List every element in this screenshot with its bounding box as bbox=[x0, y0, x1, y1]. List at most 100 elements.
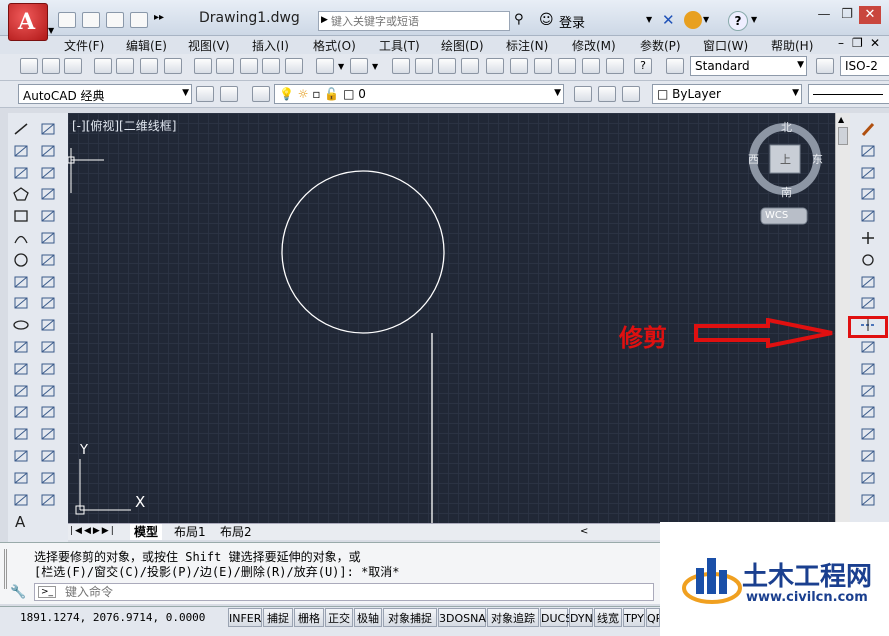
ellipse-arc-icon[interactable] bbox=[11, 338, 29, 354]
offset-icon[interactable] bbox=[858, 185, 876, 201]
make-block-icon[interactable] bbox=[11, 382, 29, 398]
construction-line-icon[interactable] bbox=[11, 142, 29, 158]
status-qp[interactable]: QP bbox=[646, 608, 660, 627]
text-style-icon[interactable] bbox=[666, 58, 684, 74]
gradient-icon[interactable] bbox=[11, 447, 29, 463]
menu-modify[interactable]: 修改(M) bbox=[572, 37, 616, 54]
aligned-dim-icon[interactable] bbox=[38, 142, 56, 158]
viewcube-top-label[interactable]: 上 bbox=[780, 151, 791, 167]
viewcube-south[interactable]: 南 bbox=[781, 184, 792, 200]
menu-parametric[interactable]: 参数(P) bbox=[640, 37, 681, 54]
tab-model[interactable]: 模型 bbox=[130, 524, 163, 540]
cut-icon[interactable] bbox=[194, 58, 212, 74]
search-box[interactable]: ▶ bbox=[318, 11, 510, 31]
help-toolbar-icon[interactable]: ? bbox=[634, 58, 652, 74]
status-infer[interactable]: INFER bbox=[228, 608, 262, 627]
status-polar[interactable]: 极轴 bbox=[354, 608, 382, 627]
status-osnap[interactable]: 对象捕捉 bbox=[383, 608, 437, 627]
plot-preview-icon[interactable] bbox=[116, 58, 134, 74]
dim-break-icon[interactable] bbox=[38, 382, 56, 398]
status-ducs[interactable]: DUCS bbox=[540, 608, 572, 627]
open-file-icon[interactable] bbox=[42, 58, 60, 74]
layer-properties-icon[interactable] bbox=[252, 86, 270, 102]
layer-state-icon[interactable] bbox=[622, 86, 640, 102]
move-icon[interactable] bbox=[858, 229, 876, 245]
doc-close-button[interactable]: ✕ bbox=[870, 36, 880, 50]
hatch-icon[interactable] bbox=[11, 425, 29, 441]
match-properties-icon[interactable] bbox=[262, 58, 280, 74]
menu-view[interactable]: 视图(V) bbox=[188, 37, 230, 54]
status-snap[interactable]: 捕捉 bbox=[263, 608, 293, 627]
save-icon[interactable] bbox=[106, 12, 124, 28]
doc-minimize-button[interactable]: – bbox=[838, 36, 844, 50]
dim-style-icon[interactable] bbox=[816, 58, 834, 74]
undo-dropdown-icon[interactable]: ▼ bbox=[338, 62, 344, 71]
zoom-previous-icon[interactable] bbox=[461, 58, 479, 74]
workspace-select[interactable]: AutoCAD 经典 ▼ bbox=[18, 84, 192, 104]
properties-icon[interactable] bbox=[486, 58, 504, 74]
scroll-thumb[interactable] bbox=[838, 127, 848, 145]
save-file-icon[interactable] bbox=[64, 58, 82, 74]
application-menu-button[interactable]: A bbox=[8, 3, 48, 41]
workspace-settings-icon[interactable] bbox=[196, 86, 214, 102]
layer-select[interactable]: 💡 ☼ ▫ 🔓 □ 0 ▼ bbox=[274, 84, 564, 104]
break-icon[interactable] bbox=[858, 382, 876, 398]
status-dyn[interactable]: DYN bbox=[569, 608, 593, 627]
tolerance-icon[interactable] bbox=[38, 403, 56, 419]
tool-palettes-icon[interactable] bbox=[534, 58, 552, 74]
polyline-icon[interactable] bbox=[11, 164, 29, 180]
extend-icon[interactable] bbox=[858, 338, 876, 354]
mtext-icon[interactable]: A bbox=[11, 512, 29, 531]
login-dropdown-icon[interactable]: ▼ bbox=[646, 15, 652, 24]
quick-access-overflow-icon[interactable]: ▸▸ bbox=[154, 12, 164, 23]
inspection-icon[interactable] bbox=[38, 447, 56, 463]
search-expand-icon[interactable]: ▶ bbox=[321, 15, 328, 25]
tab-nav-arrows-icon[interactable]: |◀◀▶▶| bbox=[70, 526, 116, 536]
ordinate-dim-icon[interactable] bbox=[38, 185, 56, 201]
jogged-linear-icon[interactable] bbox=[38, 469, 56, 485]
table-icon[interactable] bbox=[11, 491, 29, 507]
pan-icon[interactable] bbox=[392, 58, 410, 74]
binoculars-icon[interactable]: ⚲ bbox=[514, 12, 532, 28]
blend-icon[interactable] bbox=[858, 469, 876, 485]
stretch-icon[interactable] bbox=[858, 294, 876, 310]
markup-icon[interactable] bbox=[582, 58, 600, 74]
undo-icon[interactable] bbox=[316, 58, 334, 74]
wrench-icon[interactable]: 🔧 bbox=[10, 585, 26, 600]
exchange-icon[interactable]: ✕ bbox=[662, 11, 680, 29]
zoom-window-icon[interactable] bbox=[438, 58, 456, 74]
chamfer-icon[interactable] bbox=[858, 425, 876, 441]
erase-icon[interactable] bbox=[858, 120, 876, 137]
subscription-icon[interactable] bbox=[684, 11, 702, 29]
status-ortho[interactable]: 正交 bbox=[325, 608, 353, 627]
circle-object[interactable] bbox=[281, 170, 445, 334]
publish-icon[interactable] bbox=[140, 58, 158, 74]
status-lineweight[interactable]: 线宽 bbox=[594, 608, 622, 627]
plot-icon[interactable] bbox=[94, 58, 112, 74]
continue-dim-icon[interactable] bbox=[38, 338, 56, 354]
status-3dosnap[interactable]: 3DOSNAP bbox=[438, 608, 493, 627]
copy-clip-icon[interactable] bbox=[216, 58, 234, 74]
tab-layout2[interactable]: 布局2 bbox=[216, 524, 256, 540]
command-input-box[interactable]: >_ bbox=[34, 583, 654, 601]
array-icon[interactable] bbox=[858, 207, 876, 223]
point-icon[interactable] bbox=[11, 403, 29, 419]
open-icon[interactable] bbox=[82, 12, 100, 28]
redo-dropdown-icon[interactable]: ▼ bbox=[372, 62, 378, 71]
maximize-button[interactable]: ❐ bbox=[836, 6, 858, 24]
design-center-online-icon[interactable] bbox=[164, 58, 182, 74]
radius-dim-icon[interactable] bbox=[38, 207, 56, 223]
quick-dim-icon[interactable] bbox=[38, 294, 56, 310]
spline-icon[interactable] bbox=[11, 294, 29, 310]
mirror-icon[interactable] bbox=[858, 164, 876, 180]
dim-space-icon[interactable] bbox=[38, 360, 56, 376]
menu-format[interactable]: 格式(O) bbox=[313, 37, 356, 54]
copy-icon[interactable] bbox=[858, 142, 876, 158]
menu-dimension[interactable]: 标注(N) bbox=[506, 37, 548, 54]
baseline-dim-icon[interactable] bbox=[38, 316, 56, 332]
qnew-icon[interactable] bbox=[20, 58, 38, 74]
command-grip[interactable] bbox=[4, 549, 16, 589]
polygon-icon[interactable] bbox=[11, 185, 29, 202]
scale-icon[interactable] bbox=[858, 273, 876, 289]
linetype-select[interactable] bbox=[808, 84, 889, 104]
